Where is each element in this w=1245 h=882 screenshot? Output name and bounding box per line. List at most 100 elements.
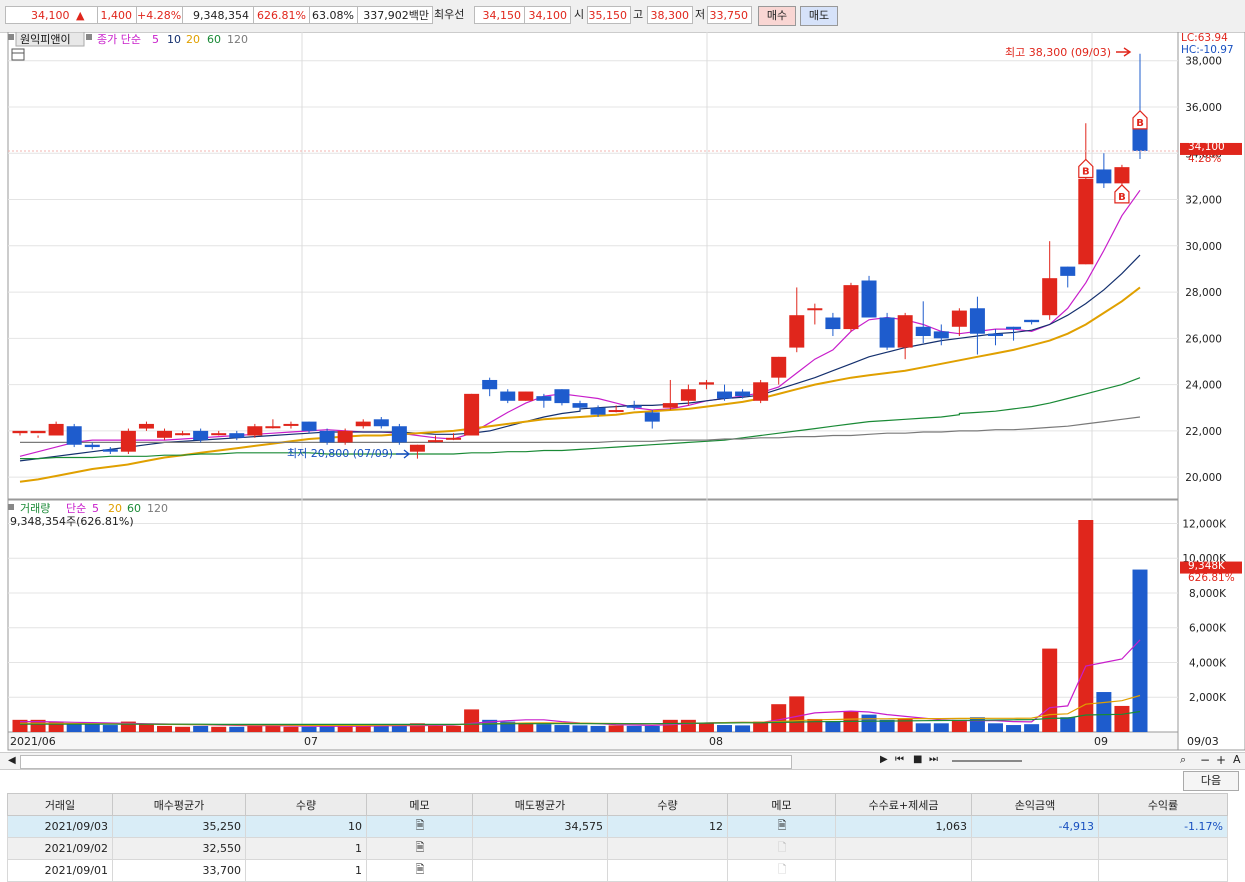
buy-marker-label: B <box>1118 192 1126 203</box>
volume-bar <box>717 725 733 732</box>
candle-body <box>229 433 245 438</box>
price-tick-label: 26,000 <box>1185 333 1222 345</box>
candle-body <box>1078 178 1094 265</box>
memo-icon[interactable]: 🗎 <box>727 815 836 838</box>
scroll-left-icon[interactable]: ◀ <box>8 755 16 766</box>
volume-bar <box>662 719 678 732</box>
price-pane <box>7 31 1179 500</box>
memo-empty-icon[interactable]: 🗋 <box>727 837 836 860</box>
chart-scrollbar[interactable]: ◀ ▶ ⏮ ■ ⏭ ⌕ − + A <box>0 752 1245 770</box>
stop-icon[interactable]: ■ <box>913 754 922 765</box>
vol-ma120-label: 120 <box>147 502 168 515</box>
col-sell-avg[interactable]: 매도평균가 <box>472 793 608 816</box>
open-label: 시 <box>574 8 585 21</box>
col-sell-memo[interactable]: 메모 <box>727 793 836 816</box>
volume-bar <box>536 724 552 732</box>
zoom-icon[interactable]: ⌕ <box>1180 753 1186 767</box>
table-row[interactable]: 2021/09/02 32,550 1 🗎 🗋 <box>7 837 1228 860</box>
candle-body <box>102 449 118 452</box>
rewind-icon[interactable]: ⏮ <box>895 754 904 765</box>
volume-bar <box>915 723 931 732</box>
candle-body <box>753 382 769 401</box>
trade-history: 거래일 매수평균가 수량 메모 매도평균가 수량 메모 수수료+제세금 손익금액… <box>0 791 1245 882</box>
candle-body <box>1024 319 1040 323</box>
candle-body <box>283 423 299 426</box>
chart-canvas[interactable]: 20,000 22,000 24,000 26,000 28,000 30,000 32,0… <box>0 31 1245 752</box>
buy-marker-label: B <box>1082 166 1090 177</box>
candle-body <box>590 407 606 415</box>
memo-icon[interactable]: 🗎 <box>366 859 473 882</box>
candle-body <box>717 391 733 399</box>
minus-icon[interactable]: − <box>1200 753 1210 767</box>
stock-name: 원익피앤이 <box>20 33 71 46</box>
volume-bar <box>861 714 877 732</box>
high-price: 38,300 <box>647 6 693 24</box>
col-pnl[interactable]: 손익금액 <box>971 793 1099 816</box>
last-volume-pct-tag: 626.81% <box>1188 572 1235 584</box>
next-button[interactable]: 다음 <box>1183 771 1239 791</box>
calendar-icon[interactable] <box>11 48 25 61</box>
date-tick-label: 09 <box>1094 735 1108 748</box>
volume-bar <box>590 725 606 732</box>
candle-body <box>1006 326 1022 330</box>
price-legend-icon <box>86 34 92 40</box>
candle-body <box>175 433 191 436</box>
col-buy-qty[interactable]: 수량 <box>245 793 367 816</box>
volume-bar <box>427 725 443 732</box>
scroll-thumb[interactable] <box>20 755 792 769</box>
table-row[interactable]: 2021/09/03 35,250 10 🗎 34,575 12 🗎 1,063… <box>7 815 1228 838</box>
candle-body <box>427 440 443 443</box>
candle-body <box>265 426 281 429</box>
buy-button[interactable]: 매수 <box>758 6 796 26</box>
col-sell-qty[interactable]: 수량 <box>607 793 728 816</box>
last-price-tag: 34,100 <box>1188 141 1225 153</box>
forward-icon[interactable]: ⏭ <box>929 754 938 765</box>
sell-button[interactable]: 매도 <box>800 6 838 26</box>
volume-legend-label: 거래량 <box>20 502 50 515</box>
change-percent: +4.28% <box>136 6 183 24</box>
date-axis <box>7 731 1179 751</box>
plus-icon[interactable]: + <box>1216 753 1226 767</box>
ma5-label: 5 <box>152 33 159 46</box>
candle-body <box>482 379 498 390</box>
candle-body <box>30 430 46 434</box>
col-fee[interactable]: 수수료+제세금 <box>835 793 972 816</box>
volume-tick-label: 6,000K <box>1189 623 1227 635</box>
candle-body <box>391 426 407 443</box>
candle-body <box>933 331 949 339</box>
volume-bar <box>283 726 299 732</box>
candle-body <box>554 389 570 404</box>
col-buy-avg[interactable]: 매수평균가 <box>112 793 246 816</box>
memo-empty-icon[interactable]: 🗋 <box>727 859 836 882</box>
volume-bar <box>608 725 624 732</box>
ma60-label: 60 <box>207 33 221 46</box>
vol-ma5-label: 5 <box>92 502 99 515</box>
candle-body <box>536 396 552 401</box>
price-tick-label: 22,000 <box>1185 426 1222 438</box>
prev-icon[interactable]: ▶ <box>880 754 888 765</box>
candle-body <box>1060 266 1076 276</box>
candle-body <box>247 426 263 436</box>
stock-chart[interactable]: 20,000 22,000 24,000 26,000 28,000 30,000 32,0… <box>0 31 1245 772</box>
volume-legend-type: 단순 <box>66 502 86 515</box>
candle-body <box>84 444 100 448</box>
trade-table: 거래일 매수평균가 수량 메모 매도평균가 수량 메모 수수료+제세금 손익금액… <box>7 793 1228 882</box>
volume-bar <box>301 726 317 732</box>
date-tick-label: 08 <box>709 735 723 748</box>
memo-icon[interactable]: 🗎 <box>366 837 473 860</box>
candle-body <box>373 419 389 427</box>
chart-menu-icon[interactable] <box>8 34 14 40</box>
memo-icon[interactable]: 🗎 <box>366 815 473 838</box>
slider-track[interactable] <box>952 760 1022 762</box>
volume-bar <box>951 719 967 732</box>
table-row[interactable]: 2021/09/01 33,700 1 🗎 🗋 <box>7 859 1228 882</box>
volume-bar <box>1006 725 1022 732</box>
col-return[interactable]: 수익률 <box>1098 793 1228 816</box>
max-price-label: 최고 38,300 (09/03) <box>1005 46 1111 59</box>
change-amount: 1,400 <box>97 6 137 24</box>
col-buy-memo[interactable]: 메모 <box>366 793 473 816</box>
text-icon[interactable]: A <box>1233 753 1241 766</box>
volume-bar <box>1078 520 1094 732</box>
vol-ma20-label: 20 <box>108 502 122 515</box>
col-trade-date[interactable]: 거래일 <box>7 793 113 816</box>
